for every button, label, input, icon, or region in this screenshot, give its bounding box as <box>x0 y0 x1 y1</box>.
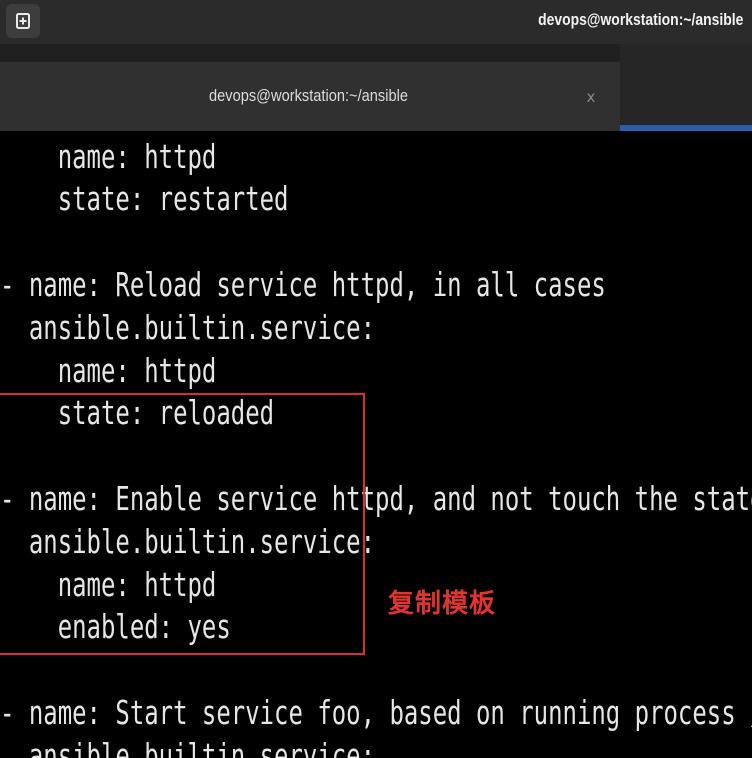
annotation-label: 复制模板 <box>388 589 497 619</box>
tab-bar-active-region <box>620 44 752 131</box>
terminal-window: devops@workstation:~/ansible devops@work… <box>0 0 752 758</box>
terminal-line: name: httpd <box>0 351 217 390</box>
new-tab-button[interactable] <box>6 4 40 38</box>
terminal-line: ansible.builtin.service: <box>0 736 376 758</box>
window-title: devops@workstation:~/ansible <box>537 10 743 29</box>
tab-close-icon[interactable]: x <box>583 86 599 108</box>
terminal-line: state: restarted <box>0 179 289 218</box>
terminal-output[interactable]: name: httpd state: restarted - name: Rel… <box>0 131 752 758</box>
terminal-line: - name: Start service foo, based on runn… <box>0 693 752 732</box>
new-tab-icon <box>16 13 30 29</box>
tab-terminal[interactable]: devops@workstation:~/ansible x <box>0 62 620 131</box>
terminal-line: ansible.builtin.service: <box>0 308 376 347</box>
tab-label: devops@workstation:~/ansible <box>209 86 408 105</box>
highlight-box <box>0 393 365 655</box>
terminal-line: - name: Reload service httpd, in all cas… <box>0 265 606 304</box>
title-bar: devops@workstation:~/ansible <box>0 0 752 45</box>
terminal-line: name: httpd <box>0 137 217 176</box>
tab-bar: devops@workstation:~/ansible x <box>0 44 752 131</box>
